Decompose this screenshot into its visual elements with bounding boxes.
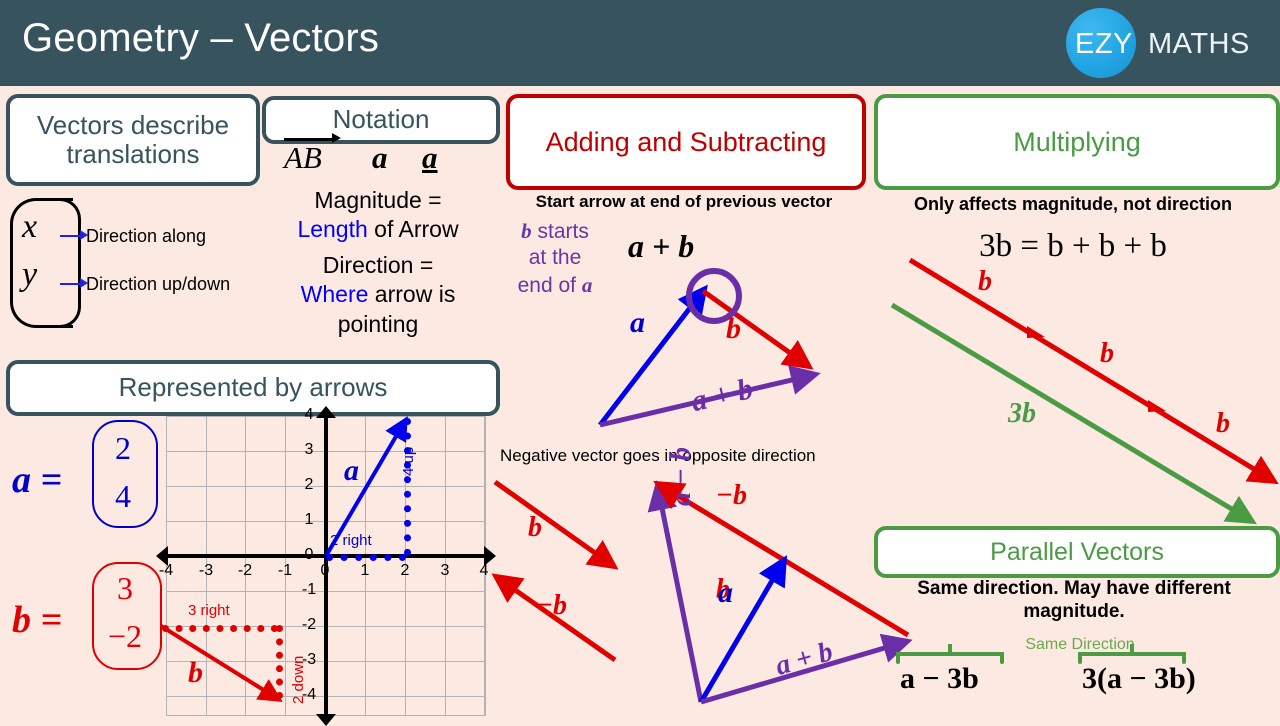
b-right-dotted — [162, 625, 278, 632]
magnitude-line: Magnitude = — [314, 187, 442, 213]
bracket-right-icon — [60, 198, 81, 328]
direction-blue-word: Where — [300, 281, 369, 308]
xy-x-symbol: x — [22, 208, 38, 245]
addsub-note: Start arrow at end of previous vector — [535, 192, 833, 211]
sub-diagram-label-a: a — [718, 576, 733, 609]
vector-b-x-value: 3 — [117, 570, 133, 606]
notation-ab: AB — [284, 140, 322, 175]
a-up-dotted — [404, 418, 411, 556]
vector-subtraction-diagram — [647, 480, 913, 705]
notation-a-underlined: a — [422, 140, 438, 175]
b-right-annotation: 3 right — [188, 602, 230, 619]
section-title-vectors-describe: Vectors describe translations — [6, 94, 260, 186]
section-title-notation: Notation — [262, 96, 500, 144]
direction-line: Direction = — [322, 251, 434, 278]
graph-label-b: b — [188, 656, 203, 689]
addsub-label-b: b — [726, 312, 741, 345]
page-title: Geometry – Vectors — [22, 16, 380, 60]
mult-label-b1: b — [978, 266, 992, 297]
sub-diagram-label-minus-b: −b — [716, 480, 747, 511]
logo-ezy-text: EZY — [1075, 28, 1133, 60]
magnitude-detail: Length of Arrow — [258, 215, 498, 244]
b-down-annotation: 2 down — [290, 655, 307, 704]
mult-label-b3: b — [1216, 408, 1230, 439]
y-direction-label: Direction up/down — [86, 274, 231, 294]
multiplying-note: Only affects magnitude, not direction — [913, 194, 1233, 214]
section-title-multiplying: Multiplying — [874, 94, 1280, 190]
b-down-dotted — [276, 625, 283, 699]
graph-vector-arrows — [159, 416, 408, 702]
vector-a-label: a = — [12, 459, 63, 501]
neg-diagram-label-b: b — [528, 512, 542, 543]
notation-a-bold: a — [372, 140, 388, 175]
section-title-parallel-vectors: Parallel Vectors — [874, 526, 1280, 578]
mult-label-3b: 3b — [1008, 398, 1036, 429]
xy-column-vector: x y Direction along Direction up/down — [8, 196, 248, 328]
direction-detail: Where arrow is pointing — [258, 280, 498, 339]
vector-b-label: b = — [12, 599, 63, 641]
a-up-annotation: 4 up — [400, 446, 417, 476]
parallel-expression-2: 3(a − 3b) — [1082, 662, 1196, 695]
b-starts-line1: b starts — [500, 218, 610, 245]
a-right-annotation: 2 right — [330, 532, 372, 549]
parallel-expression-1: a − 3b — [900, 662, 979, 695]
b-symbol: b — [521, 219, 532, 243]
magnitude-rest: of Arrow — [367, 216, 459, 243]
neg-diagram-label-minus-b: −b — [536, 590, 567, 621]
magnitude-blue-word: Length — [297, 216, 368, 243]
mult-label-b2: b — [1100, 338, 1114, 369]
b-starts-text: starts — [531, 220, 589, 243]
section-title-represented-by-arrows: Represented by arrows — [6, 360, 500, 416]
y-pointer-line — [60, 283, 82, 285]
xy-y-symbol: y — [22, 256, 38, 293]
section-title-adding-subtracting: Adding and Subtracting — [506, 94, 866, 190]
notation-symbols: AB a a — [262, 133, 494, 180]
x-pointer-line — [60, 235, 82, 237]
vector-b-y-value: −2 — [107, 618, 143, 654]
notation-description: Magnitude = Length of Arrow Direction = … — [258, 186, 498, 339]
graph-label-a: a — [344, 454, 359, 487]
x-direction-label: Direction along — [86, 226, 207, 246]
cartesian-graph: -4 -3 -2 -1 0 1 2 3 4 4 3 2 1 0 -1 -2 -3… — [156, 406, 496, 726]
addsub-label-a: a — [630, 306, 645, 339]
sub-diagram-label-a-minus-b: a − b — [666, 447, 697, 506]
a-right-dotted — [326, 554, 406, 561]
parallel-note: Same direction. May have different magni… — [917, 578, 1231, 622]
vector-arrowhead-icon — [332, 133, 341, 143]
vector-a-y-value: 4 — [115, 478, 131, 514]
vector-a-x-value: 2 — [115, 430, 131, 466]
logo-maths-text: MATHS — [1148, 28, 1250, 60]
brand-logo: EZY MATHS — [1066, 8, 1266, 78]
multiplying-diagram — [890, 257, 1279, 525]
